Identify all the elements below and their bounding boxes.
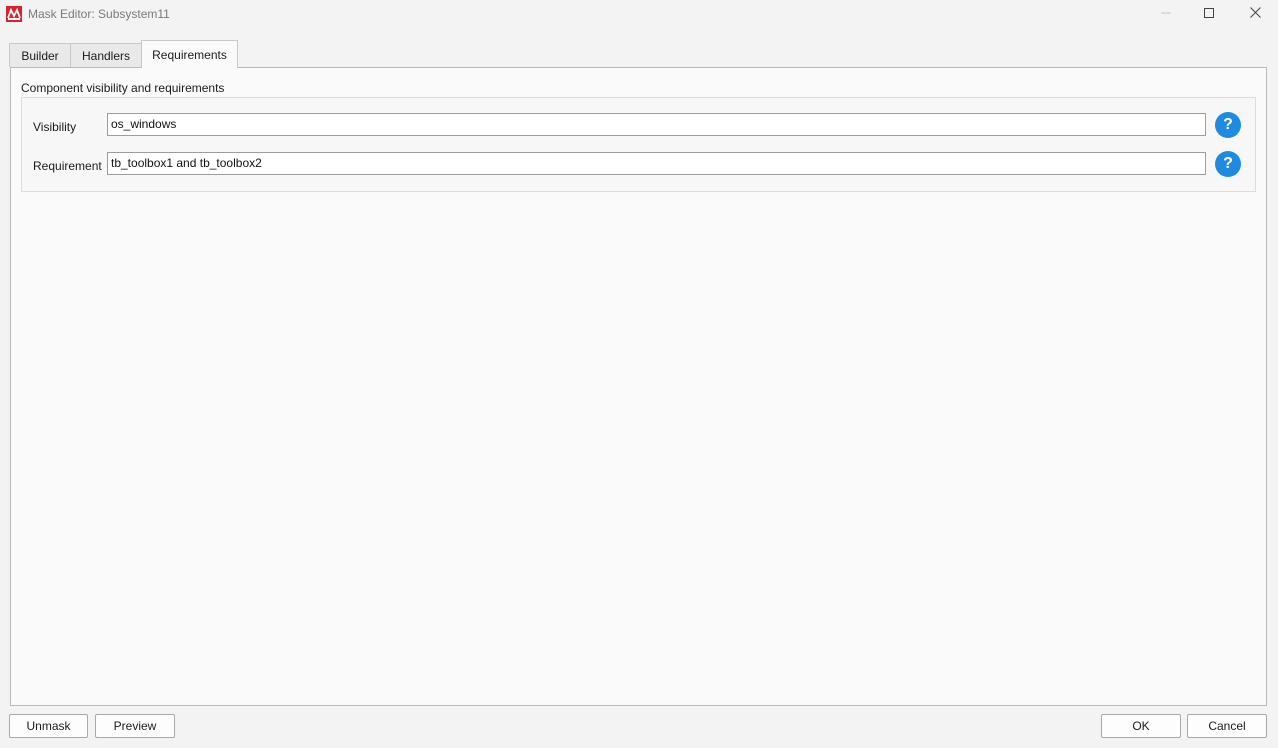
title-bar: Mask Editor: Subsystem11 xyxy=(0,0,1278,28)
question-mark-icon: ? xyxy=(1223,155,1233,172)
minimize-icon xyxy=(1161,7,1171,21)
cancel-button[interactable]: Cancel xyxy=(1187,714,1267,738)
visibility-help-button[interactable]: ? xyxy=(1215,112,1241,138)
tab-requirements[interactable]: Requirements xyxy=(141,40,238,68)
matlab-simulink-icon xyxy=(6,6,22,22)
ok-button[interactable]: OK xyxy=(1101,714,1181,738)
minimize-button[interactable] xyxy=(1143,0,1189,28)
unmask-button[interactable]: Unmask xyxy=(9,714,88,738)
section-title: Component visibility and requirements xyxy=(21,81,225,95)
requirement-input[interactable]: tb_toolbox1 and tb_toolbox2 xyxy=(107,152,1206,175)
maximize-button[interactable] xyxy=(1186,0,1232,28)
window-title: Mask Editor: Subsystem11 xyxy=(28,7,170,21)
maximize-icon xyxy=(1204,7,1214,21)
requirements-panel: Component visibility and requirements Vi… xyxy=(10,67,1267,706)
question-mark-icon: ? xyxy=(1223,116,1233,133)
requirement-help-button[interactable]: ? xyxy=(1215,151,1241,177)
visibility-input[interactable]: os_windows xyxy=(107,113,1206,136)
visibility-label: Visibility xyxy=(33,120,77,134)
close-icon xyxy=(1249,7,1261,21)
preview-button[interactable]: Preview xyxy=(95,714,175,738)
close-button[interactable] xyxy=(1232,0,1278,28)
tab-builder[interactable]: Builder xyxy=(9,43,71,67)
requirement-label: Requirement xyxy=(33,159,102,173)
visibility-requirements-group: Visibility os_windows ? Requirement tb_t… xyxy=(21,97,1256,192)
tab-handlers[interactable]: Handlers xyxy=(70,43,142,67)
